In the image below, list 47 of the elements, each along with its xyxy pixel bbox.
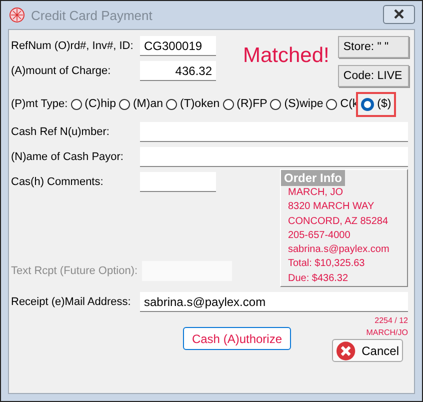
radio-button[interactable] (270, 98, 282, 110)
field-label: (N)ame of Cash Payor: (11, 151, 124, 163)
order-info-title: Order Info (281, 170, 346, 186)
footer-note: 2254 / 12 (374, 315, 408, 327)
order-info-line: Due: $436.32 (287, 272, 350, 286)
flower-icon (9, 7, 25, 23)
order-info-line: CONCORD, AZ 85284 (287, 214, 390, 229)
order-info-line: Total: $10,325.63 (287, 257, 366, 272)
radio-button[interactable] (70, 98, 82, 110)
radio-label[interactable]: (C)hip (84, 98, 116, 110)
radio-button[interactable] (118, 98, 130, 110)
amount-field[interactable]: 436.32 (140, 61, 216, 81)
radio-label[interactable]: (M)an (132, 98, 163, 110)
radio-button[interactable] (166, 98, 177, 110)
cash-authorize-button[interactable]: Cash (A)uthorize (183, 327, 291, 350)
radio-button[interactable] (326, 98, 338, 110)
cash-ref-field[interactable] (140, 122, 408, 142)
close-button[interactable] (383, 4, 415, 24)
match-status: Matched! (243, 44, 330, 68)
payor-name-field[interactable] (140, 147, 408, 167)
radio-label[interactable]: ($) (377, 98, 392, 110)
radio-label[interactable]: (T)oken (180, 98, 220, 110)
field-label: Cas(h) Comments: (11, 176, 104, 188)
field-label: (A)mount of Charge: (11, 65, 112, 77)
close-icon (393, 9, 405, 19)
footer-note: MARCH/JO (366, 327, 408, 339)
order-info-line: 8320 MARCH WAY (287, 200, 376, 214)
code-button[interactable]: Code: LIVE (338, 65, 410, 87)
field-label: Receipt (e)Mail Address: (11, 296, 132, 308)
radio-label[interactable]: (R)FP (236, 98, 268, 110)
cancel-icon (336, 340, 356, 360)
window-title: Credit Card Payment (31, 8, 154, 22)
comments-field[interactable] (140, 172, 216, 192)
field-label: RefNum (O)rd#, Inv#, ID: (11, 40, 134, 52)
order-info-line: sabrina.s@paylex.com (287, 243, 390, 258)
order-info-line: 205-657-4000 (287, 228, 352, 243)
refnum-field[interactable]: CG300019 (140, 36, 216, 56)
order-info-line: MARCH, JO (287, 186, 344, 200)
email-field[interactable]: sabrina.s@paylex.com (140, 292, 408, 312)
radio-button[interactable] (361, 98, 374, 110)
store-button[interactable]: Store: " " (338, 36, 410, 58)
field-label: Cash Ref N(u)mber: (11, 126, 110, 138)
field-label: Text Rcpt (Future Option): (11, 265, 138, 277)
radio-button[interactable] (222, 98, 234, 110)
cancel-button[interactable]: Cancel (332, 339, 403, 362)
field-label: (P)mt Type: (11, 98, 68, 110)
radio-label[interactable]: (S)wipe (284, 98, 324, 110)
